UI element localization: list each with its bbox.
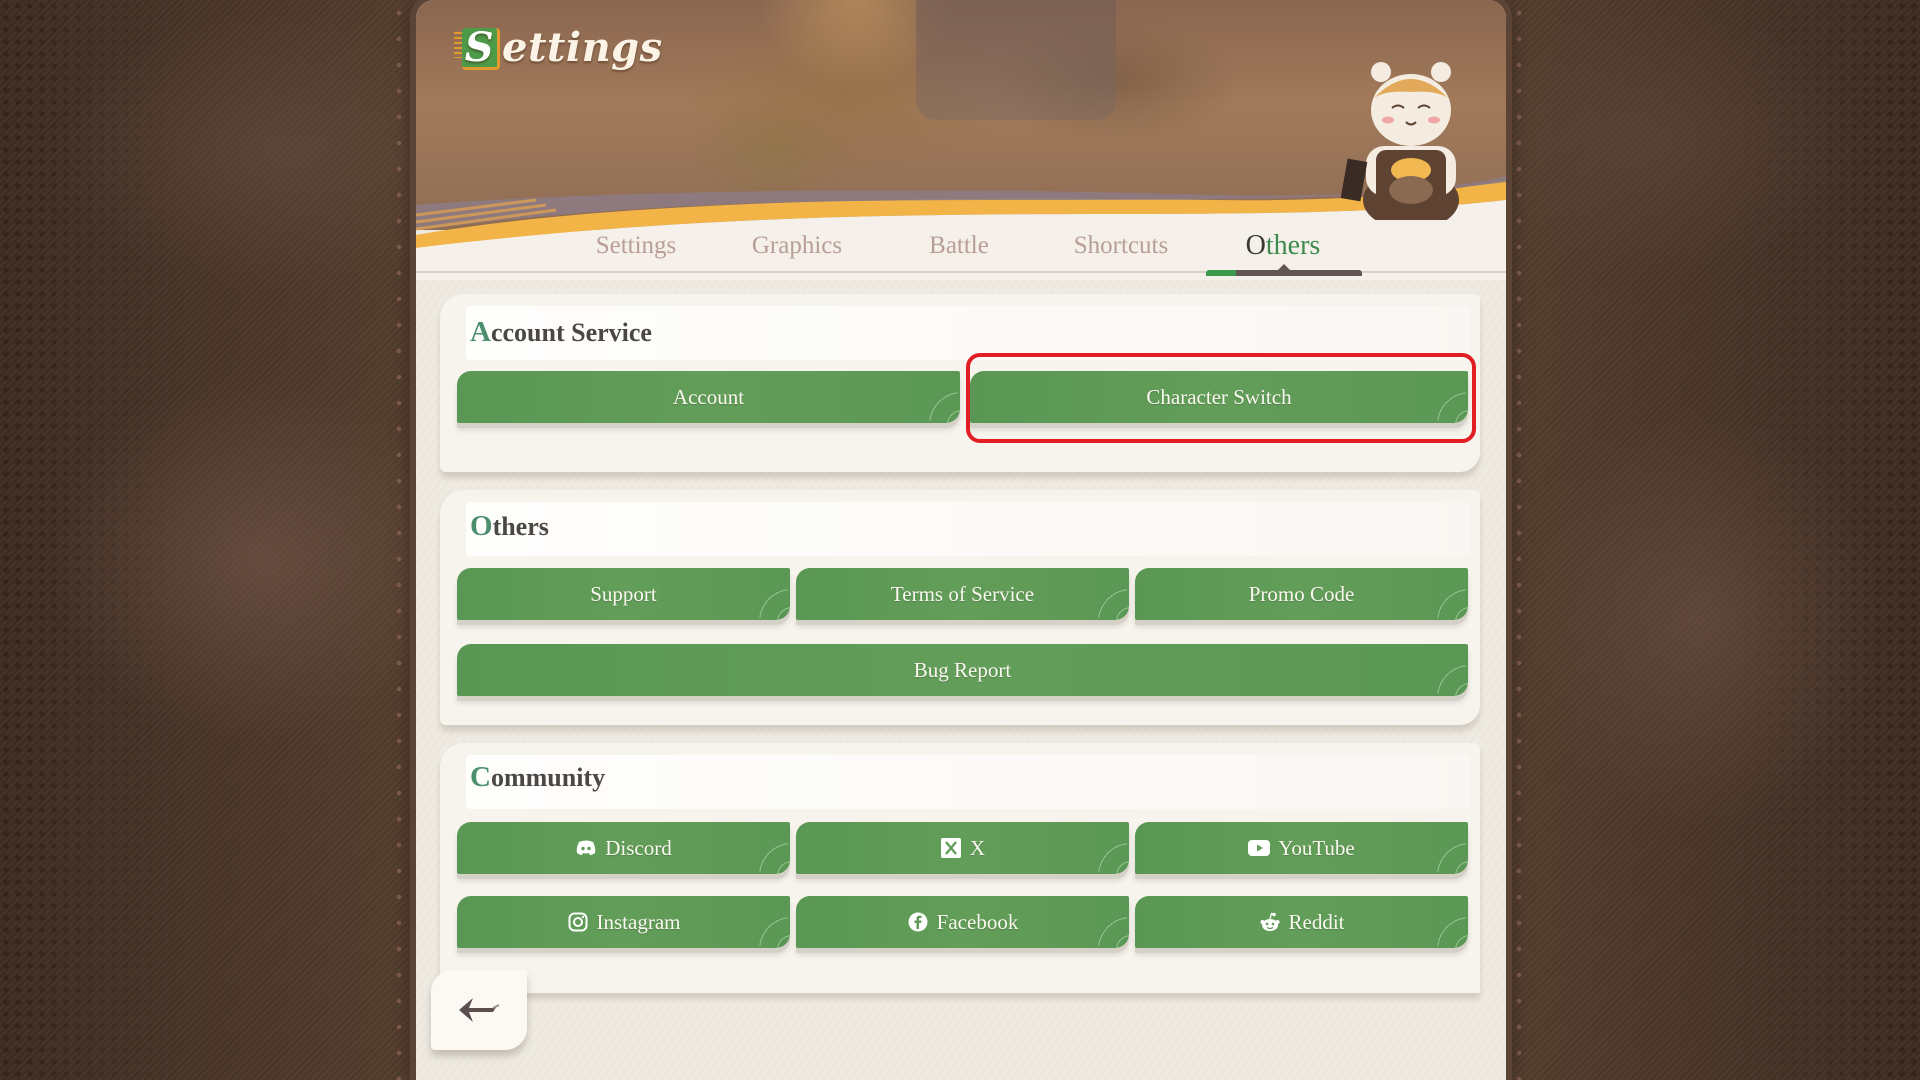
- facebook-icon: [907, 911, 929, 933]
- title-text: ettings: [502, 24, 663, 71]
- discord-button[interactable]: Discord: [457, 822, 790, 874]
- tab-settings[interactable]: Settings: [596, 222, 677, 270]
- terms-of-service-button[interactable]: Terms of Service: [796, 568, 1129, 620]
- x-button[interactable]: X: [796, 822, 1129, 874]
- tab-others-label: O: [1245, 230, 1266, 261]
- tab-shortcuts[interactable]: Shortcuts: [1074, 222, 1168, 270]
- facebook-button[interactable]: Facebook: [796, 896, 1129, 948]
- section-title-community: Community: [470, 761, 606, 793]
- support-button[interactable]: Support: [457, 568, 790, 620]
- reddit-icon: [1259, 911, 1281, 933]
- title-initial-badge: S: [462, 24, 500, 71]
- bug-report-button[interactable]: Bug Report: [457, 644, 1468, 696]
- instagram-button[interactable]: Instagram: [457, 896, 790, 948]
- decorative-border-left: [392, 0, 406, 1080]
- youtube-icon: [1248, 837, 1271, 859]
- character-switch-button[interactable]: Character Switch: [970, 371, 1468, 423]
- tab-bar: Settings Graphics Battle Shortcuts Other…: [416, 222, 1506, 276]
- page-title: S ettings: [454, 24, 663, 71]
- background-pattern-left: [0, 0, 180, 1080]
- background-pattern-right: [1740, 0, 1920, 1080]
- active-tab-indicator: [1206, 264, 1362, 276]
- section-title-account-service: Account Service: [470, 316, 652, 348]
- promo-code-button[interactable]: Promo Code: [1135, 568, 1468, 620]
- section-title-others: Others: [470, 510, 549, 542]
- instagram-icon: [567, 911, 589, 933]
- back-button[interactable]: [431, 970, 527, 1050]
- decorative-border-right: [1512, 0, 1526, 1080]
- youtube-button[interactable]: YouTube: [1135, 822, 1468, 874]
- x-icon: [940, 837, 962, 859]
- account-button[interactable]: Account: [457, 371, 960, 423]
- hamster-mascot: [1340, 62, 1459, 220]
- back-arrow-icon: [459, 998, 500, 1022]
- discord-icon: [575, 837, 597, 859]
- settings-panel: S ettings Settings Graphics Battle Short…: [416, 0, 1506, 1080]
- reddit-button[interactable]: Reddit: [1135, 896, 1468, 948]
- tab-others[interactable]: Others: [1246, 222, 1321, 270]
- tab-graphics[interactable]: Graphics: [752, 222, 842, 270]
- tab-battle[interactable]: Battle: [929, 222, 989, 270]
